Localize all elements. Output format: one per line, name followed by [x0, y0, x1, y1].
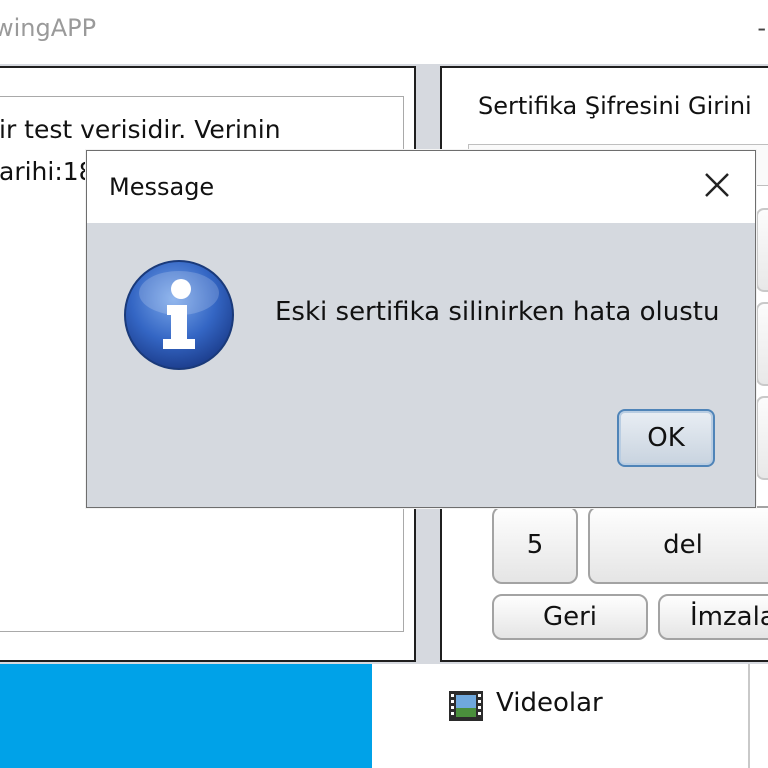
document-text-line: arihi:18 [0, 157, 95, 186]
bottom-area: Videolar [0, 664, 768, 768]
minimize-button[interactable]: - [757, 14, 766, 42]
sign-button[interactable]: İmzala [658, 594, 768, 640]
divider [748, 664, 750, 768]
dialog-title: Message [109, 173, 215, 201]
document-text-line: ir test verisidir. Verinin [0, 115, 281, 144]
keypad-delete-button[interactable]: del [588, 506, 768, 584]
info-icon [124, 260, 234, 370]
close-icon[interactable] [699, 167, 735, 203]
film-icon [449, 691, 483, 721]
keypad-button[interactable] [756, 302, 768, 386]
dialog-message: Eski sertifika silinirken hata olustu [275, 297, 720, 327]
keypad-button[interactable] [756, 396, 768, 480]
message-dialog: Message Eski sertifika silinirken hata o… [86, 150, 756, 508]
ok-button[interactable]: OK [617, 409, 715, 467]
keypad-button[interactable] [756, 208, 768, 292]
certificate-password-label: Sertifika Şifresini Girini [478, 92, 752, 120]
dialog-title-bar: Message [87, 151, 755, 223]
explorer-item-label: Videolar [496, 688, 603, 718]
back-button[interactable]: Geri [492, 594, 648, 640]
taskbar-accent-block [0, 664, 372, 768]
app-title-bar: wingAPP - [0, 0, 768, 64]
window-title: wingAPP [0, 14, 97, 42]
keypad-key-5[interactable]: 5 [492, 506, 578, 584]
